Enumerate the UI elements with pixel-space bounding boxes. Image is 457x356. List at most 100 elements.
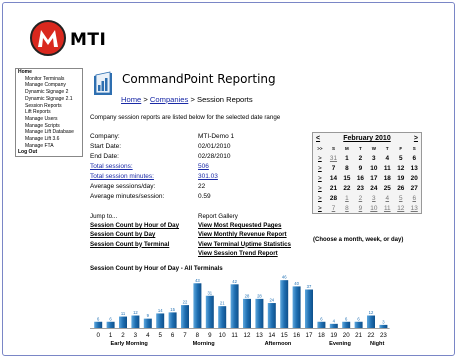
calendar-month-select[interactable]: >> (313, 144, 327, 153)
x-tick-label: 22 (368, 332, 375, 339)
chart-bar (181, 305, 189, 328)
calendar-day[interactable]: 11 (381, 163, 394, 173)
gallery-monthly-revenue-link[interactable]: View Monthly Revenue Report (198, 230, 291, 239)
calendar-day[interactable]: 27 (407, 183, 421, 193)
jump-by-day-link[interactable]: Session Count by Day (90, 230, 179, 239)
sidebar-item-dynamic-signage-2[interactable]: Dynamic Signage 2 (16, 89, 82, 96)
sidebar-item-manage-lift-3-6[interactable]: Manage Lift 3.6 (16, 136, 82, 143)
calendar-month-title[interactable]: February 2010 (343, 135, 390, 142)
calendar-day[interactable]: 13 (407, 203, 421, 213)
sidebar-item-manage-scripts[interactable]: Manage Scripts (16, 123, 82, 130)
calendar-day[interactable]: 1 (340, 153, 353, 163)
sidebar-item-lift-reports[interactable]: Lift Reports (16, 109, 82, 116)
calendar-day[interactable]: 15 (340, 173, 353, 183)
calendar-day[interactable]: 26 (394, 183, 407, 193)
calendar-day[interactable]: 24 (367, 183, 380, 193)
calendar-day[interactable]: 14 (327, 173, 340, 183)
calendar-day[interactable]: 21 (327, 183, 340, 193)
sidebar-item-session-reports[interactable]: Session Reports (16, 103, 82, 110)
calendar-day[interactable]: 1 (340, 193, 353, 203)
calendar-day[interactable]: 19 (394, 173, 407, 183)
sidebar-item-manage-fta[interactable]: Manage FTA (16, 143, 82, 150)
x-tick-label: 11 (231, 332, 238, 339)
breadcrumb-home-link[interactable]: Home (121, 95, 141, 104)
sidebar-home[interactable]: Home (16, 69, 82, 76)
calendar-week-select[interactable]: > (313, 203, 327, 213)
calendar-day[interactable]: 10 (367, 163, 380, 173)
breadcrumb-companies-link[interactable]: Companies (150, 95, 188, 104)
gallery-uptime-link[interactable]: View Terminal Uptime Statistics (198, 240, 291, 249)
data-label: 28 (257, 293, 262, 298)
calendar-day[interactable]: 2 (354, 193, 367, 203)
chart-bar (119, 316, 127, 328)
calendar-day[interactable]: 31 (327, 153, 340, 163)
sidebar-logout[interactable]: Log Out (16, 149, 82, 157)
sidebar-item-manage-lift-database[interactable]: Manage Lift Database (16, 129, 82, 136)
calendar-day[interactable]: 3 (367, 153, 380, 163)
gallery-most-requested-link[interactable]: View Most Requested Pages (198, 221, 291, 230)
sidebar-item-monitor-terminals[interactable]: Monitor Terminals (16, 76, 82, 83)
calendar-day[interactable]: 6 (407, 193, 421, 203)
calendar-next-button[interactable]: > (414, 135, 418, 142)
calendar-day[interactable]: 12 (394, 163, 407, 173)
calendar-week-select[interactable]: > (313, 163, 327, 173)
calendar-day[interactable]: 8 (340, 203, 353, 213)
jump-by-terminal-link[interactable]: Session Count by Terminal (90, 240, 179, 249)
period-label: Early Morning (111, 341, 149, 347)
calendar-day[interactable]: 9 (354, 163, 367, 173)
total-sessions-value-link[interactable]: 506 (198, 162, 209, 172)
calendar-day[interactable]: 3 (367, 193, 380, 203)
sidebar-item-dynamic-signage-2-1[interactable]: Dynamic Signage 2.1 (16, 96, 82, 103)
calendar-day[interactable]: 17 (367, 173, 380, 183)
calendar-day[interactable]: 20 (407, 173, 421, 183)
stat-label: Average minutes/session: (90, 193, 165, 200)
calendar-day[interactable]: 13 (407, 163, 421, 173)
period-label: Afternoon (265, 341, 292, 347)
x-tick-label: 21 (355, 332, 362, 339)
mti-logo-icon (30, 20, 66, 56)
calendar-day[interactable]: 8 (340, 163, 353, 173)
total-minutes-value-link[interactable]: 301.03 (198, 172, 218, 182)
chart-bar (267, 303, 276, 328)
calendar-day[interactable]: 9 (354, 203, 367, 213)
calendar-day[interactable]: 4 (381, 153, 394, 163)
calendar-day[interactable]: 2 (354, 153, 367, 163)
total-minutes-link[interactable]: Total session minutes: (90, 172, 198, 182)
total-sessions-link[interactable]: Total sessions: (90, 162, 198, 172)
calendar-day[interactable]: 23 (354, 183, 367, 193)
data-label: 28 (245, 293, 250, 298)
calendar-day[interactable]: 7 (327, 163, 340, 173)
calendar-day[interactable]: 12 (394, 203, 407, 213)
chart-bar (193, 283, 202, 328)
data-label: 11 (121, 311, 126, 316)
x-tick-label: 18 (318, 332, 325, 339)
data-label: 9 (147, 313, 150, 318)
report-gallery-header: Report Gallery (198, 213, 238, 220)
calendar-day[interactable]: 5 (394, 153, 407, 163)
calendar-week-select[interactable]: > (313, 153, 327, 163)
sidebar-item-manage-company[interactable]: Manage Company (16, 82, 82, 89)
calendar-day[interactable]: 25 (381, 183, 394, 193)
calendar-day[interactable]: 28 (327, 193, 340, 203)
calendar-day[interactable]: 11 (381, 203, 394, 213)
jump-hour-of-day-link[interactable]: Session Count by Hour of Day (90, 221, 179, 230)
data-label: 14 (158, 308, 163, 313)
calendar-day[interactable]: 16 (354, 173, 367, 183)
calendar-prev-button[interactable]: < (316, 135, 320, 142)
calendar-day[interactable]: 6 (407, 153, 421, 163)
calendar-week-select[interactable]: > (313, 183, 327, 193)
chart-bar (230, 284, 239, 328)
gallery-session-trend-link[interactable]: View Session Trend Report (198, 249, 291, 258)
calendar-week-select[interactable]: > (313, 193, 327, 203)
calendar-day[interactable]: 10 (367, 203, 380, 213)
calendar-week-select[interactable]: > (313, 173, 327, 183)
calendar-day[interactable]: 4 (381, 193, 394, 203)
calendar-day[interactable]: 18 (381, 173, 394, 183)
sidebar-item-manage-users[interactable]: Manage Users (16, 116, 82, 123)
data-label: 6 (357, 316, 360, 321)
calendar-day[interactable]: 22 (340, 183, 353, 193)
calendar-day[interactable]: 5 (394, 193, 407, 203)
chart-bar (106, 321, 115, 328)
calendar-day[interactable]: 7 (327, 203, 340, 213)
chart-bar (329, 323, 338, 328)
